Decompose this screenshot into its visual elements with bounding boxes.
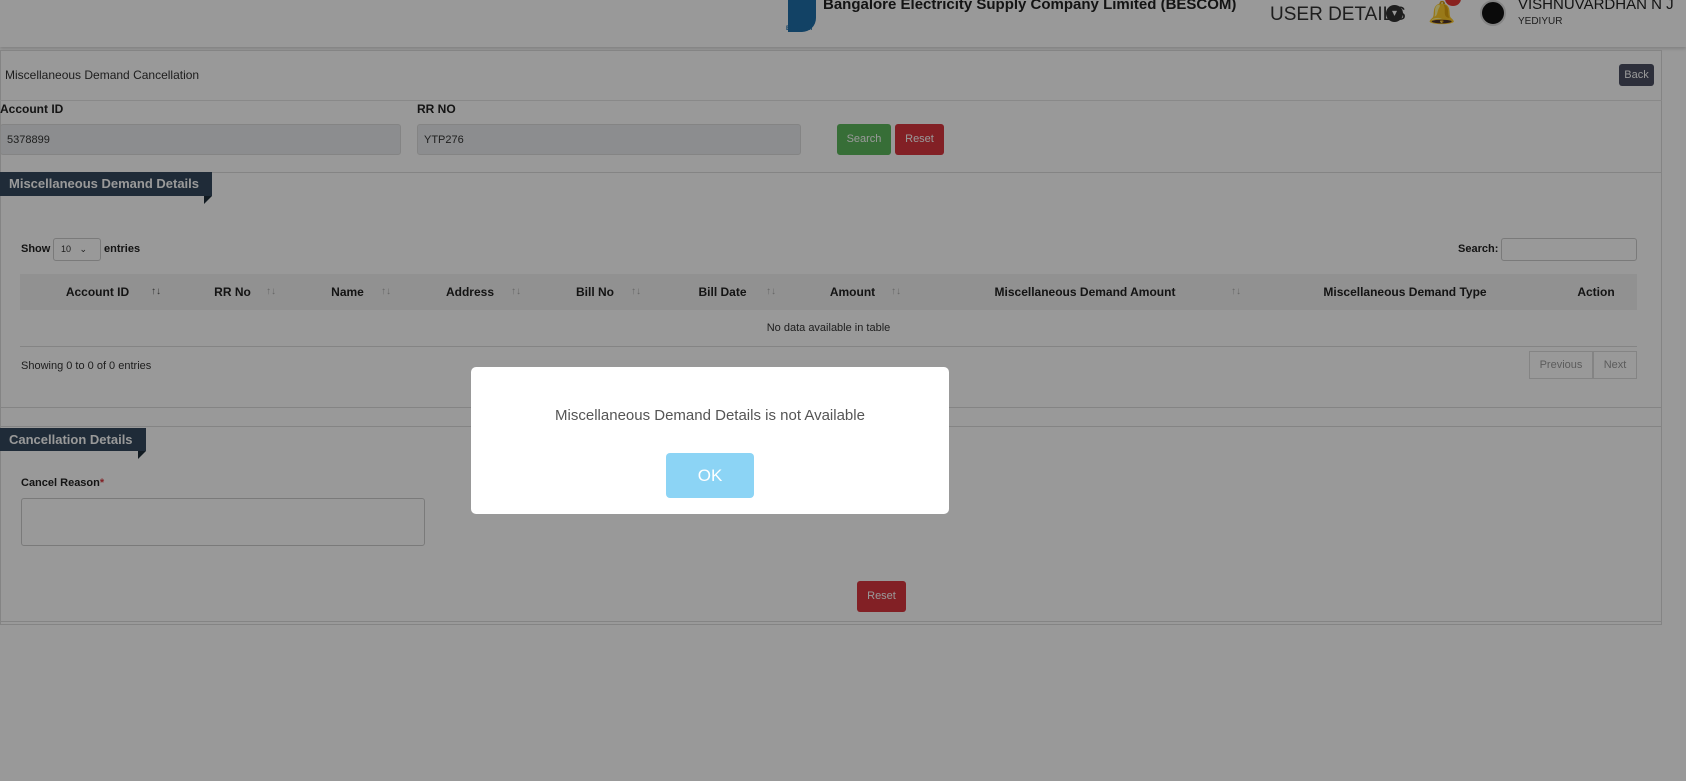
alert-dialog: Miscellaneous Demand Details is not Avai… [471,367,949,514]
ok-button[interactable]: OK [666,453,754,498]
alert-message: Miscellaneous Demand Details is not Avai… [555,407,865,424]
